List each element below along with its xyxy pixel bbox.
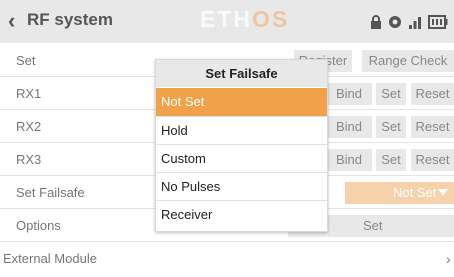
rx2-label: RX2 xyxy=(16,119,42,134)
option-receiver[interactable]: Receiver xyxy=(156,200,327,228)
header-bar: ‹ RF system ETHOS xyxy=(0,0,454,43)
external-module-label: External Module xyxy=(3,251,97,266)
rx2-bind-button[interactable]: Bind xyxy=(326,116,372,138)
rx2-set-button[interactable]: Set xyxy=(376,116,406,138)
ethos-logo: ETHOS xyxy=(200,6,289,33)
chevron-right-icon[interactable]: › xyxy=(446,251,451,267)
status-icons xyxy=(370,13,448,31)
logo-accent: OS xyxy=(252,6,290,32)
dropdown-caret-icon xyxy=(438,189,448,196)
option-hold[interactable]: Hold xyxy=(156,116,327,144)
rx3-bind-button[interactable]: Bind xyxy=(326,149,372,171)
rx1-bind-button[interactable]: Bind xyxy=(326,83,372,105)
rx3-reset-button[interactable]: Reset xyxy=(411,149,454,171)
options-label: Options xyxy=(16,218,61,233)
option-not-set[interactable]: Not Set xyxy=(156,88,327,116)
set-failsafe-label: Set Failsafe xyxy=(16,185,85,200)
lock-icon xyxy=(371,15,381,29)
option-no-pulses[interactable]: No Pulses xyxy=(156,172,327,200)
back-chevron-icon[interactable]: ‹ xyxy=(8,9,28,33)
page-title[interactable]: RF system xyxy=(27,10,113,30)
popup-title: Set Failsafe xyxy=(156,60,327,87)
rx3-label: RX3 xyxy=(16,152,42,167)
signal-icon xyxy=(409,17,421,29)
range-check-button[interactable]: Range Check xyxy=(362,50,454,72)
rx2-reset-button[interactable]: Reset xyxy=(411,116,454,138)
option-custom[interactable]: Custom xyxy=(156,144,327,172)
battery-icon xyxy=(428,15,448,29)
logo-main: ETH xyxy=(200,6,252,32)
row-external-module[interactable]: External Module › xyxy=(0,245,454,274)
usb-icon xyxy=(389,16,401,28)
rx3-set-button[interactable]: Set xyxy=(376,149,406,171)
set-failsafe-popup: Set Failsafe Not Set Hold Custom No Puls… xyxy=(155,59,328,232)
failsafe-mode-select[interactable]: Not Set xyxy=(345,182,454,204)
row-set-label: Set xyxy=(16,53,36,68)
rx1-label: RX1 xyxy=(16,86,42,101)
rx1-reset-button[interactable]: Reset xyxy=(411,83,454,105)
options-set-label: Set xyxy=(363,218,383,233)
rx1-set-button[interactable]: Set xyxy=(376,83,406,105)
failsafe-mode-value: Not Set xyxy=(393,185,437,200)
